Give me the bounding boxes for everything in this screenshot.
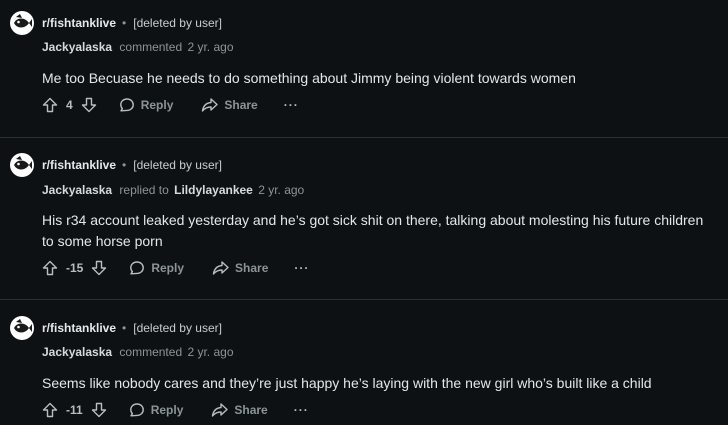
separator-dot: •	[122, 16, 127, 30]
reply-label: Reply	[140, 98, 174, 112]
comment-header: r/fishtanklive • [deleted by user]	[10, 316, 222, 340]
comment-actions: -15 Reply Share ···	[40, 256, 309, 280]
more-options-button[interactable]: ···	[294, 261, 309, 275]
comment-action: commented	[119, 40, 183, 54]
comment-actions: -11 Reply Share ···	[40, 398, 309, 422]
arrow-down-icon[interactable]	[89, 400, 109, 420]
arrow-down-icon[interactable]	[89, 258, 109, 278]
comment-author[interactable]: Jackyalaska	[42, 183, 112, 197]
reply-target-user[interactable]: Lildylayankee	[174, 183, 253, 197]
reply-button[interactable]: Reply	[129, 260, 184, 276]
share-button[interactable]: Share	[201, 97, 258, 113]
share-button[interactable]: Share	[211, 402, 268, 418]
subreddit-link[interactable]: r/fishtanklive	[42, 16, 116, 30]
comment-body: Me too Becuase he needs to do something …	[42, 70, 576, 86]
arrow-up-icon[interactable]	[40, 400, 60, 420]
speech-bubble-icon	[130, 261, 145, 275]
comment-age: 2 yr. ago	[258, 183, 305, 197]
more-options-button[interactable]: ···	[284, 98, 299, 112]
comment-item: r/fishtanklive • [deleted by user] Jacky…	[0, 138, 728, 299]
share-button[interactable]: Share	[212, 260, 268, 276]
comment-byline: Jackyalaska commented 2 yr. ago	[42, 345, 234, 359]
arrow-down-icon[interactable]	[79, 95, 99, 115]
subreddit-link[interactable]: r/fishtanklive	[42, 321, 116, 335]
comment-action: commented	[119, 345, 183, 359]
speech-bubble-icon	[119, 98, 134, 112]
comment-body: Seems like nobody cares and they’re just…	[42, 375, 652, 391]
fish-avatar-icon[interactable]	[10, 11, 34, 35]
fish-avatar-icon[interactable]	[10, 316, 34, 340]
post-author: [deleted by user]	[133, 16, 222, 30]
comment-actions: 4 Reply Share ···	[40, 93, 299, 117]
share-label: Share	[234, 403, 268, 417]
comment-author[interactable]: Jackyalaska	[42, 40, 112, 54]
comment-age: 2 yr. ago	[187, 40, 234, 54]
comment-item: r/fishtanklive • [deleted by user] Jacky…	[0, 300, 728, 425]
comment-age: 2 yr. ago	[187, 345, 234, 359]
subreddit-link[interactable]: r/fishtanklive	[42, 158, 116, 172]
comment-action: replied to	[119, 183, 169, 197]
separator-dot: •	[122, 321, 127, 335]
comment-item: r/fishtanklive • [deleted by user] Jacky…	[0, 0, 728, 137]
more-options-button[interactable]: ···	[294, 403, 309, 417]
reply-button[interactable]: Reply	[129, 402, 184, 418]
speech-bubble-icon	[129, 403, 144, 417]
share-label: Share	[235, 261, 269, 275]
vote-score: 4	[66, 98, 73, 112]
separator-dot: •	[122, 158, 127, 172]
vote-score: -11	[66, 403, 83, 417]
share-arrow-icon	[212, 261, 229, 275]
share-arrow-icon	[202, 98, 219, 112]
reply-button[interactable]: Reply	[119, 97, 174, 113]
comment-header: r/fishtanklive • [deleted by user]	[10, 153, 222, 177]
fish-avatar-icon[interactable]	[10, 153, 34, 177]
comment-byline: Jackyalaska replied to Lildylayankee 2 y…	[42, 183, 304, 197]
arrow-up-icon[interactable]	[40, 258, 60, 278]
comment-body: His r34 account leaked yesterday and he’…	[42, 212, 704, 249]
comment-author[interactable]: Jackyalaska	[42, 345, 112, 359]
comment-byline: Jackyalaska commented 2 yr. ago	[42, 40, 234, 54]
comment-header: r/fishtanklive • [deleted by user]	[10, 11, 222, 35]
arrow-up-icon[interactable]	[40, 95, 60, 115]
reply-label: Reply	[151, 261, 185, 275]
post-author: [deleted by user]	[133, 321, 222, 335]
post-author: [deleted by user]	[133, 158, 222, 172]
share-arrow-icon	[212, 403, 229, 417]
vote-score: -15	[66, 261, 84, 275]
share-label: Share	[224, 98, 258, 112]
reply-label: Reply	[150, 403, 184, 417]
